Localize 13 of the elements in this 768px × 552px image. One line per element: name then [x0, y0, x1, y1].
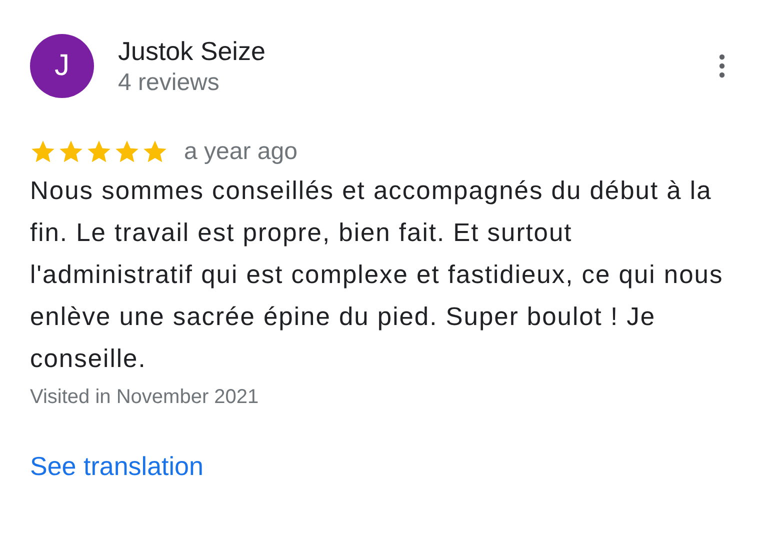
star-icon	[114, 139, 140, 165]
menu-icon	[719, 54, 725, 78]
star-icon	[58, 139, 84, 165]
visit-date: Visited in November 2021	[30, 386, 259, 409]
reviewer-name[interactable]: Justok Seize	[118, 36, 266, 66]
star-icon	[142, 139, 168, 165]
review-text: Nous sommes conseillés et accompagnés du début à la fin. Le travail est propre, bien fait. Et surtout l'administratif qui est complexe et fastidieux, ce qui nous enlève une sacrée épine du pied. Super boulot ! Je conseille.	[30, 176, 724, 375]
avatar: J	[30, 34, 94, 98]
review-count: 4 reviews	[118, 68, 220, 96]
see-translation-link[interactable]: See translation	[30, 451, 204, 482]
review-time: a year ago	[184, 138, 298, 166]
star-icon	[86, 139, 112, 165]
star-icon	[30, 139, 56, 165]
